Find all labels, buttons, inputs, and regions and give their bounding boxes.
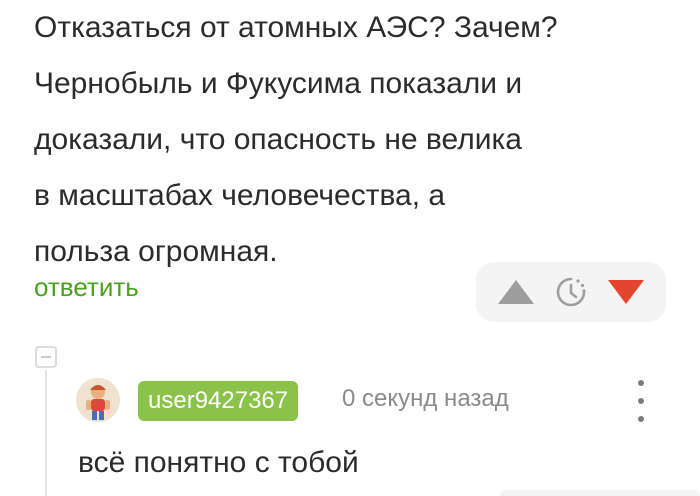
thread-line[interactable] (45, 370, 47, 496)
collapse-thread-button[interactable] (35, 346, 57, 368)
more-dot-icon (638, 416, 644, 422)
comment-line: Чернобыль и Фукусима показали и (34, 67, 523, 100)
more-dot-icon (638, 398, 644, 404)
upvote-button[interactable] (494, 270, 538, 314)
vote-bar (476, 262, 666, 322)
more-options-button[interactable] (626, 380, 656, 422)
comment-line: Отказаться от атомных АЭС? Зачем? (34, 11, 558, 44)
more-dot-icon (638, 380, 644, 386)
avatar-image (76, 378, 120, 422)
comment-body: Отказаться от атомных АЭС? Зачем? Черноб… (34, 0, 674, 280)
reply-button[interactable]: ответить (34, 272, 139, 303)
downvote-button[interactable] (604, 270, 648, 314)
avatar[interactable] (76, 378, 120, 422)
save-later-button[interactable] (549, 270, 593, 314)
downvote-icon (608, 280, 645, 304)
vote-bar-partial (500, 490, 700, 496)
clock-icon (556, 277, 586, 307)
reply-body: всё понятно с тобой (78, 446, 359, 479)
timestamp: 0 секунд назад (342, 385, 509, 412)
minus-icon (41, 356, 51, 358)
comment-line: в масштабах человечества, а (34, 179, 446, 212)
upvote-icon (497, 280, 534, 304)
comment-line: доказали, что опасность не велика (34, 123, 522, 156)
username-badge[interactable]: user9427367 (138, 381, 299, 421)
